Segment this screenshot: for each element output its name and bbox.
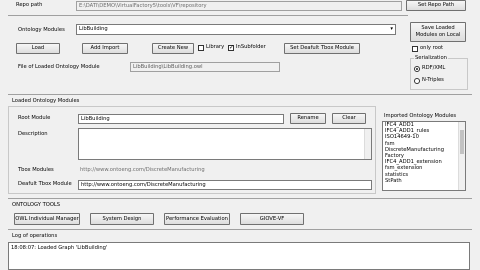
n-triples-radio[interactable] xyxy=(414,78,420,84)
imported-modules-title: Imported Ontology Modules xyxy=(384,113,457,119)
default-tbox-label: Deafult Tbox Module xyxy=(18,181,72,187)
performance-evaluation-button[interactable]: Performance Evaluation xyxy=(164,213,230,225)
file-of-loaded-field: LibBuilding\LibBuilding.owl xyxy=(130,62,280,72)
imported-list-scrollbar[interactable] xyxy=(458,122,465,190)
repo-path-label: Repo path xyxy=(16,2,43,8)
tbox-modules-value: http://www.ontoeng.com/DiscreteManufactu… xyxy=(80,167,205,173)
loaded-modules-title: Loaded Ontology Modules xyxy=(12,98,80,104)
imported-modules-list[interactable]: IFC4_ADD1 IFC4_ADD1_rules ISO14649-10 fs… xyxy=(382,121,466,191)
top-separator xyxy=(8,15,408,16)
rename-button[interactable]: Rename xyxy=(290,113,326,124)
rdf-xml-label: RDF/XML xyxy=(422,65,446,71)
root-module-field[interactable]: LibBuilding xyxy=(78,114,284,124)
ontology-modules-selected: LibBuilding xyxy=(79,26,108,32)
clear-button[interactable]: Clear xyxy=(332,113,366,124)
log-entry: 18:08:07: Loaded Graph 'LibBuilding' xyxy=(11,245,108,251)
system-design-button[interactable]: System Design xyxy=(90,213,154,225)
default-tbox-field[interactable]: http://www.ontoeng.com/DiscreteManufactu… xyxy=(78,180,372,190)
log-textarea[interactable]: 18:08:07: Loaded Graph 'LibBuilding' xyxy=(8,242,470,270)
checkmark-icon: ✓ xyxy=(229,44,235,51)
log-title: Log of operations xyxy=(12,233,58,239)
giove-vf-button[interactable]: GIOVE-VF xyxy=(240,213,304,225)
radio-dot-icon xyxy=(416,68,418,70)
set-repo-path-button[interactable]: Set Repo Path xyxy=(406,0,466,11)
tools-separator xyxy=(8,198,472,199)
rdf-xml-radio[interactable] xyxy=(414,66,420,72)
chevron-down-icon[interactable]: ▾ xyxy=(390,25,393,34)
ontology-tools-title: ONTOLOGY TOOLS xyxy=(12,202,61,208)
serialization-label: Serialization xyxy=(414,55,448,62)
description-label: Description xyxy=(18,131,48,137)
description-textarea[interactable] xyxy=(78,128,372,160)
insubfolder-checkbox[interactable]: ✓ xyxy=(228,44,235,51)
description-scrollbar[interactable] xyxy=(364,129,371,159)
library-checkbox[interactable] xyxy=(198,45,204,51)
n-triples-label: N-Triples xyxy=(422,77,444,83)
file-of-loaded-label: File of Loaded Ontology Module xyxy=(18,64,100,70)
only-root-label: only root xyxy=(420,45,444,51)
serialization-group xyxy=(410,58,468,90)
ontology-modules-label: Ontology Modules xyxy=(18,27,65,33)
library-label: Library xyxy=(206,44,225,50)
scroll-thumb[interactable] xyxy=(460,130,464,154)
log-separator xyxy=(8,229,472,230)
root-module-label: Root Module xyxy=(18,115,51,121)
owl-individual-manager-button[interactable]: OWL Individual Manager xyxy=(14,213,80,225)
set-default-tbox-button[interactable]: Set Deafult Tbox Module xyxy=(284,43,360,54)
insubfolder-label: InSubfolder xyxy=(236,44,266,50)
mid-separator xyxy=(8,94,472,95)
ontology-modules-select[interactable]: LibBuilding ▾ xyxy=(76,24,396,35)
repo-path-field[interactable]: E:\DATI\DEMO\VirtualFactory5\tools\VF\re… xyxy=(76,1,402,11)
create-new-button[interactable]: Create New xyxy=(152,43,194,54)
add-import-button[interactable]: Add Import xyxy=(82,43,128,54)
tbox-modules-label: Tbox Modules xyxy=(18,167,54,173)
list-item[interactable]: StPath xyxy=(383,178,465,184)
only-root-checkbox[interactable] xyxy=(412,46,418,52)
save-loaded-modules-button[interactable]: Save Loaded Modules on Local xyxy=(410,22,466,42)
load-button[interactable]: Load xyxy=(16,43,60,54)
